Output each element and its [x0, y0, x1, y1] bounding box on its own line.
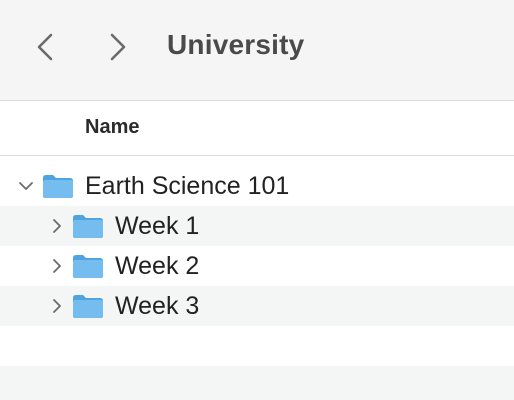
- disclosure-collapsed-icon[interactable]: [49, 298, 65, 314]
- back-button[interactable]: [30, 30, 60, 64]
- forward-button[interactable]: [103, 30, 133, 64]
- list-item-root-folder[interactable]: Earth Science 101: [0, 166, 514, 206]
- disclosure-collapsed-icon[interactable]: [49, 258, 65, 274]
- folder-icon: [73, 255, 103, 278]
- empty-row: [0, 326, 514, 366]
- list-item-week-1[interactable]: Week 1: [0, 206, 514, 246]
- empty-row: [0, 366, 514, 400]
- disclosure-expanded-icon[interactable]: [18, 178, 34, 194]
- window-title: University: [167, 29, 305, 60]
- folder-icon: [73, 295, 103, 318]
- chevron-right-icon: [110, 33, 126, 61]
- disclosure-collapsed-icon[interactable]: [49, 218, 65, 234]
- column-header-name[interactable]: Name: [85, 116, 139, 139]
- column-header: Name: [0, 101, 514, 156]
- list-item-week-2[interactable]: Week 2: [0, 246, 514, 286]
- folder-label: Week 3: [115, 292, 200, 320]
- chevron-left-icon: [37, 33, 53, 61]
- folder-label: Earth Science 101: [85, 172, 290, 200]
- folder-label: Week 1: [115, 212, 200, 240]
- file-list: Earth Science 101 Week 1 Week 2 Week 3: [0, 166, 514, 400]
- list-item-week-3[interactable]: Week 3: [0, 286, 514, 326]
- folder-icon: [43, 175, 73, 198]
- toolbar: University: [0, 0, 514, 101]
- folder-icon: [73, 215, 103, 238]
- finder-window: University Name Earth Science 101 Week 1…: [0, 0, 514, 400]
- folder-label: Week 2: [115, 252, 200, 280]
